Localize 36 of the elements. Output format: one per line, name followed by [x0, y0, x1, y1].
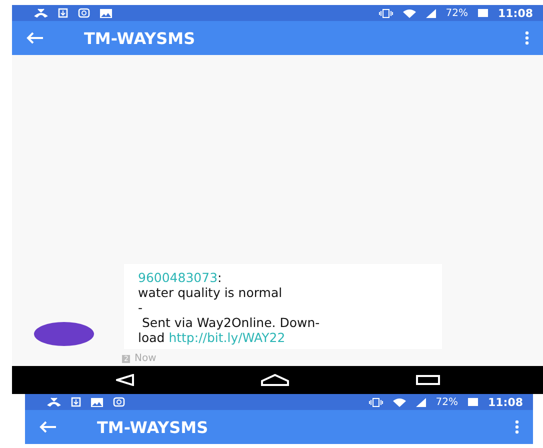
battery-percent: 72%: [446, 8, 468, 18]
battery-percent: 72%: [436, 396, 458, 408]
signal-icon: [426, 8, 436, 18]
clock: 11:08: [498, 6, 533, 20]
vibrate-icon: [378, 8, 393, 18]
wifi-icon: [402, 8, 416, 18]
footer-text: Sent via Way2Online. Down-: [140, 315, 321, 330]
more-menu-icon[interactable]: [515, 420, 519, 434]
back-icon[interactable]: [116, 374, 134, 386]
download-icon: [58, 8, 68, 18]
message-text: water quality is normal: [138, 285, 284, 300]
message-time: Now: [134, 353, 156, 364]
back-arrow-icon[interactable]: [39, 421, 57, 433]
clock: 11:08: [488, 396, 523, 408]
camera-icon: [78, 8, 90, 18]
conversation-title: TM-WAYSMS: [97, 418, 210, 436]
camera-icon: [113, 397, 125, 407]
battery-icon: [478, 9, 488, 17]
missed-call-icon: [34, 8, 48, 18]
back-arrow-icon[interactable]: [26, 32, 44, 44]
image-icon: [100, 8, 112, 18]
more-menu-icon[interactable]: [525, 31, 529, 45]
recents-icon[interactable]: [416, 375, 440, 385]
footer-link-text: load http://bit.ly/WAY22: [138, 330, 286, 345]
conversation-title: TM-WAYSMS: [84, 28, 196, 48]
wifi-icon: [392, 398, 406, 406]
dash-text: -: [138, 300, 144, 315]
image-icon: [91, 398, 103, 406]
battery-icon: [468, 398, 478, 406]
missed-call-icon: [47, 397, 61, 407]
vibrate-icon: [368, 398, 383, 406]
download-icon: [71, 397, 81, 407]
sender-number: 9600483073:: [138, 270, 223, 285]
signal-icon: [416, 398, 426, 406]
home-icon[interactable]: [260, 374, 288, 386]
avatar: [34, 322, 94, 346]
